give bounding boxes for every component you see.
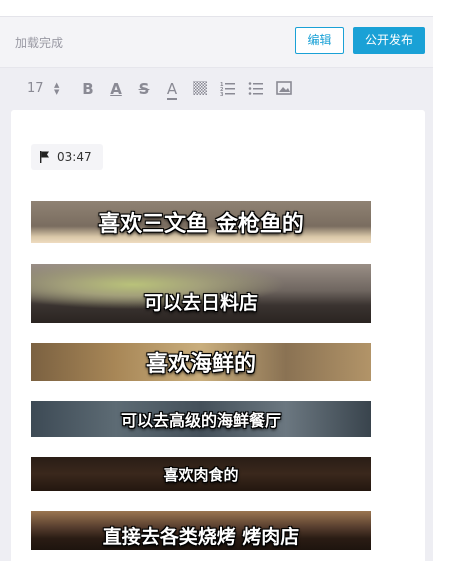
subtitle-caption: 喜欢三文鱼 金枪鱼的 (98, 212, 304, 237)
right-gutter (433, 0, 467, 561)
highlight-button[interactable]: A (163, 80, 181, 100)
video-frame-2: 可以去日料店 (31, 264, 371, 323)
image-icon (276, 81, 292, 95)
video-frame-6: 直接去各类烧烤 烤肉店 (31, 511, 371, 550)
subtitle-caption: 可以去日料店 (143, 292, 258, 314)
bullet-list-icon (248, 82, 263, 95)
timestamp-chip[interactable]: 03:47 (31, 144, 103, 170)
edit-button[interactable]: 编辑 (295, 27, 344, 54)
bold-button[interactable]: B (79, 80, 97, 98)
video-frame-3: 喜欢海鲜的 (31, 343, 371, 381)
load-status: 加载完成 (15, 36, 64, 50)
video-frame-5: 喜欢肉食的 (31, 457, 371, 491)
top-strip (0, 0, 433, 17)
font-color-icon: A (110, 80, 122, 98)
clear-format-button[interactable] (191, 80, 209, 98)
format-toolbar: 17 ▲ ▼ B A S A 1 2 3 (0, 68, 433, 110)
highlight-icon: A (166, 80, 178, 100)
video-frame-4: 可以去高级的海鲜餐厅 (31, 401, 371, 437)
svg-text:3: 3 (220, 92, 224, 96)
app-window: 加载完成 编辑 公开发布 17 ▲ ▼ B A S A 1 2 3 03:47 … (0, 0, 433, 561)
insert-image-button[interactable] (275, 80, 293, 98)
subtitle-caption: 直接去各类烧烤 烤肉店 (102, 526, 300, 548)
subtitle-caption: 喜欢肉食的 (163, 465, 239, 484)
strikethrough-button[interactable]: S (135, 80, 153, 98)
bold-icon: B (82, 80, 94, 98)
clear-format-icon (193, 81, 207, 95)
ordered-list-button[interactable]: 1 2 3 (219, 80, 237, 98)
strikethrough-icon: S (138, 80, 150, 98)
ordered-list-icon: 1 2 3 (220, 82, 235, 98)
subtitle-caption: 可以去高级的海鲜餐厅 (120, 411, 281, 430)
flag-icon (40, 151, 49, 163)
video-frame-1: 喜欢三文鱼 金枪鱼的 (31, 201, 371, 243)
font-size-select[interactable]: 17 ▲ ▼ (27, 80, 59, 98)
updown-arrows-icon: ▲ ▼ (54, 81, 60, 96)
font-size-value: 17 (27, 81, 44, 96)
status-bar: 加载完成 编辑 公开发布 (0, 17, 433, 68)
note-editor[interactable]: 03:47 喜欢三文鱼 金枪鱼的 可以去日料店 喜欢海鲜的 可以去高级的海鲜餐厅… (11, 110, 425, 561)
publish-button[interactable]: 公开发布 (353, 27, 425, 54)
bullet-list-button[interactable] (247, 80, 265, 98)
subtitle-caption: 喜欢海鲜的 (145, 352, 256, 377)
font-color-button[interactable]: A (107, 80, 125, 98)
timestamp-text: 03:47 (57, 150, 92, 164)
